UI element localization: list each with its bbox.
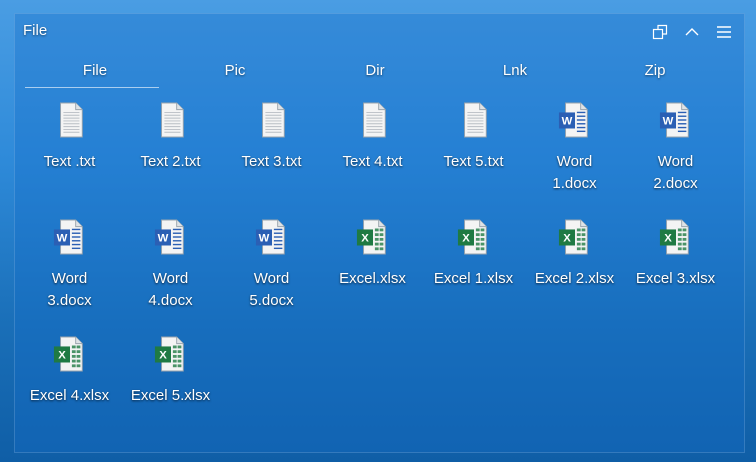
file-item[interactable]: Text .txt <box>19 98 120 215</box>
word-file-icon: W <box>154 215 188 262</box>
file-item[interactable]: X Excel 2.xlsx <box>524 215 625 332</box>
svg-text:W: W <box>157 233 168 245</box>
file-name: Text .txt <box>43 153 96 170</box>
file-name: Word 5.docx <box>249 270 294 309</box>
file-item[interactable]: X Excel 4.xlsx <box>19 332 120 449</box>
file-name: Word 2.docx <box>653 153 698 192</box>
excel-file-icon: X <box>356 215 390 262</box>
file-name: Text 5.txt <box>443 153 504 170</box>
file-item[interactable]: X Excel 3.xlsx <box>625 215 726 332</box>
file-item[interactable]: Text 3.txt <box>221 98 322 215</box>
file-name: Excel 2.xlsx <box>534 270 615 287</box>
window-controls <box>650 22 734 42</box>
text-file-icon <box>53 98 87 145</box>
file-name: Excel 4.xlsx <box>29 387 110 404</box>
file-item[interactable]: W Word 2.docx <box>625 98 726 215</box>
file-item[interactable]: X Excel 1.xlsx <box>423 215 524 332</box>
svg-text:X: X <box>361 233 369 245</box>
file-item[interactable]: W Word 1.docx <box>524 98 625 215</box>
svg-text:X: X <box>58 350 66 362</box>
text-file-icon <box>457 98 491 145</box>
excel-file-icon: X <box>53 332 87 379</box>
text-file-icon <box>356 98 390 145</box>
file-name: Excel 3.xlsx <box>635 270 716 287</box>
text-file-icon <box>154 98 188 145</box>
tab-zip[interactable]: Zip <box>585 60 725 92</box>
file-name: Word 1.docx <box>552 153 597 192</box>
svg-text:W: W <box>662 116 673 128</box>
hamburger-menu-icon[interactable] <box>714 22 734 42</box>
tab-lnk[interactable]: Lnk <box>445 60 585 92</box>
svg-text:W: W <box>258 233 269 245</box>
file-item[interactable]: Text 5.txt <box>423 98 524 215</box>
file-item[interactable]: X Excel 5.xlsx <box>120 332 221 449</box>
excel-file-icon: X <box>659 215 693 262</box>
file-item[interactable]: W Word 4.docx <box>120 215 221 332</box>
svg-text:X: X <box>563 233 571 245</box>
category-tabs: File Pic Dir Lnk Zip <box>25 60 725 92</box>
file-name: Excel 1.xlsx <box>433 270 514 287</box>
restore-icon[interactable] <box>650 22 670 42</box>
excel-file-icon: X <box>457 215 491 262</box>
file-name: Word 4.docx <box>148 270 193 309</box>
svg-text:X: X <box>159 350 167 362</box>
tab-file[interactable]: File <box>25 60 165 92</box>
word-file-icon: W <box>255 215 289 262</box>
text-file-icon <box>255 98 289 145</box>
word-file-icon: W <box>53 215 87 262</box>
chevron-up-icon[interactable] <box>682 22 702 42</box>
file-item[interactable]: Text 4.txt <box>322 98 423 215</box>
file-name: Word 3.docx <box>47 270 92 309</box>
file-item[interactable]: W Word 5.docx <box>221 215 322 332</box>
svg-text:W: W <box>561 116 572 128</box>
file-grid: Text .txt Text 2.txt Text 3.txt Text 4.txt T… <box>19 98 729 449</box>
window-title: File <box>23 22 48 39</box>
word-file-icon: W <box>558 98 592 145</box>
tab-dir[interactable]: Dir <box>305 60 445 92</box>
file-panel: File File Pic Dir Lnk Zip Text .txt Text 2.tx… <box>14 13 745 453</box>
svg-text:X: X <box>664 233 672 245</box>
file-name: Text 3.txt <box>241 153 302 170</box>
file-name: Text 2.txt <box>140 153 201 170</box>
file-name: Excel.xlsx <box>339 270 406 287</box>
file-item[interactable]: W Word 3.docx <box>19 215 120 332</box>
excel-file-icon: X <box>154 332 188 379</box>
tab-pic[interactable]: Pic <box>165 60 305 92</box>
svg-text:X: X <box>462 233 470 245</box>
file-name: Text 4.txt <box>342 153 403 170</box>
file-item[interactable]: X Excel.xlsx <box>322 215 423 332</box>
file-item[interactable]: Text 2.txt <box>120 98 221 215</box>
word-file-icon: W <box>659 98 693 145</box>
file-name: Excel 5.xlsx <box>130 387 211 404</box>
excel-file-icon: X <box>558 215 592 262</box>
svg-text:W: W <box>56 233 67 245</box>
